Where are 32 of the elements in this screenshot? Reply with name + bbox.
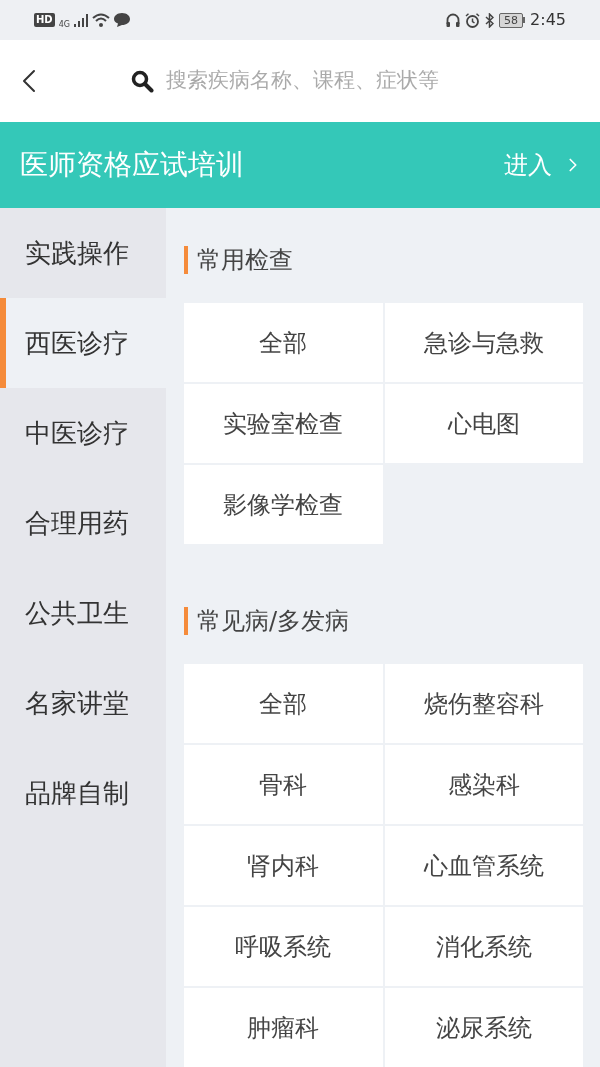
section-marker-icon (184, 606, 188, 635)
clock-time: 2:45 (530, 12, 566, 28)
sidebar-item[interactable]: 西医诊疗 (0, 298, 166, 388)
alarm-clock-icon (465, 12, 481, 28)
banner-title: 医师资格应试培训 (20, 147, 244, 183)
network-label: 4G (58, 21, 70, 29)
hd-indicator: HD (34, 13, 55, 27)
category-tile[interactable]: 肿瘤科 (184, 988, 383, 1067)
category-tile[interactable]: 实验室检查 (184, 384, 383, 463)
category-tile[interactable]: 泌尿系统 (384, 988, 583, 1067)
category-tile[interactable]: 心电图 (384, 384, 583, 463)
search-icon (130, 69, 154, 93)
category-tile[interactable]: 全部 (184, 664, 383, 743)
headphones-icon (446, 12, 461, 28)
section-marker-icon (184, 245, 188, 274)
section-title: 常用检查 (197, 244, 293, 276)
signal-icon (73, 13, 88, 27)
category-tile[interactable]: 肾内科 (184, 826, 383, 905)
chat-bubble-icon (113, 13, 130, 27)
category-tile[interactable]: 全部 (184, 303, 383, 382)
category-tile[interactable]: 感染科 (384, 745, 583, 824)
bluetooth-icon (485, 12, 495, 28)
category-tile[interactable]: 烧伤整容科 (384, 664, 583, 743)
section-title: 常见病/多发病 (197, 605, 350, 637)
category-tile[interactable]: 心血管系统 (384, 826, 583, 905)
category-tile[interactable]: 影像学检查 (184, 465, 383, 544)
category-tile[interactable]: 急诊与急救 (384, 303, 583, 382)
category-tile[interactable]: 骨科 (184, 745, 383, 824)
wifi-icon (91, 13, 110, 27)
category-tile[interactable]: 呼吸系统 (184, 907, 383, 986)
category-tile[interactable]: 消化系统 (384, 907, 583, 986)
battery-indicator: 58 (499, 12, 526, 28)
